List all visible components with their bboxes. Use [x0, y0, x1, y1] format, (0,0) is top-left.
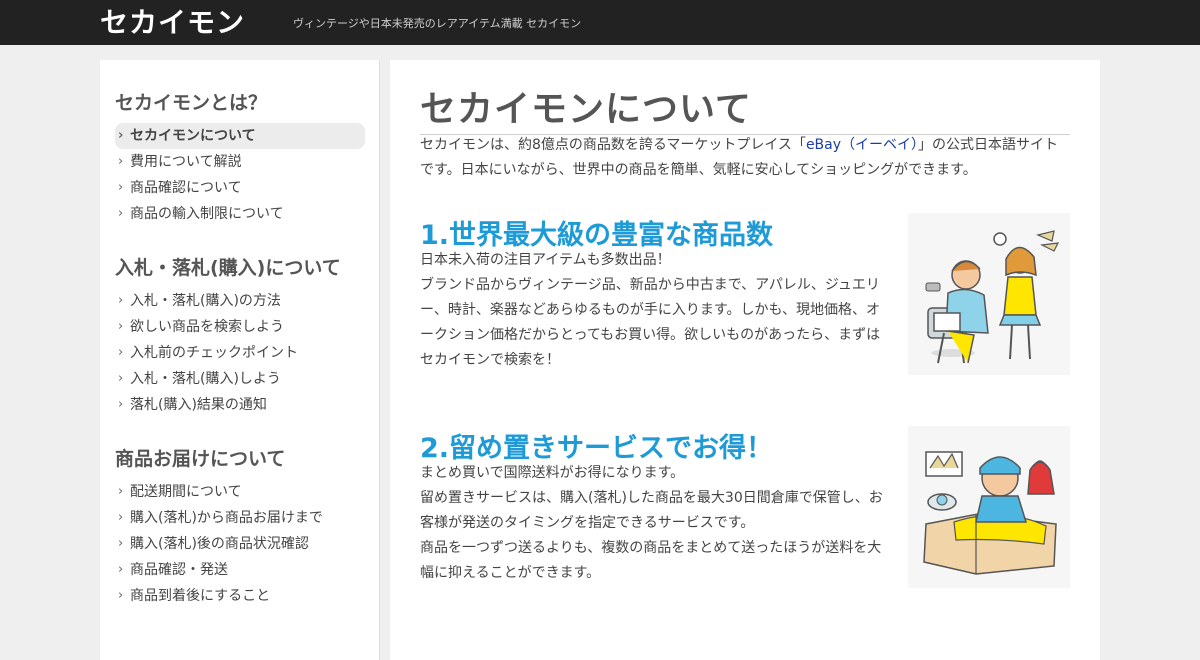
sidebar-item-status-check[interactable]: › 購入(落札)後の商品状況確認	[115, 531, 367, 557]
chevron-right-icon: ›	[118, 206, 124, 221]
sidebar-item-check-and-ship[interactable]: › 商品確認・発送	[115, 557, 367, 583]
chevron-right-icon: ›	[118, 128, 124, 143]
sidebar-item-label: 商品確認について	[130, 180, 242, 196]
sidebar-section-bidding: 入札・落札(購入)について › 入札・落札(購入)の方法 › 欲しい商品を検索しよう…	[115, 253, 367, 418]
sidebar-item-label: 入札・落札(購入)の方法	[130, 293, 281, 309]
site-tagline: ヴィンテージや日本未発売のレアアイテム満載 セカイモン	[293, 17, 582, 30]
ebay-link[interactable]: eBay（イーベイ）	[806, 137, 918, 153]
sidebar-item-label: 商品到着後にすること	[130, 588, 271, 604]
sidebar-item-label: 落札(購入)結果の通知	[130, 397, 267, 413]
chevron-right-icon: ›	[118, 484, 124, 499]
sidebar-item-delivery-period[interactable]: › 配送期間について	[115, 479, 367, 505]
sidebar-item-search-items[interactable]: › 欲しい商品を検索しよう	[115, 314, 367, 340]
chevron-right-icon: ›	[118, 588, 124, 603]
sidebar-item-about-sekaimon[interactable]: › セカイモンについて	[115, 123, 365, 149]
sidebar-heading: 商品お届けについて	[115, 448, 286, 470]
sidebar-item-place-bid[interactable]: › 入札・落札(購入)しよう	[115, 366, 367, 392]
sidebar: セカイモンとは？ › セカイモンについて › 費用について解説 › 商品確認について …	[100, 60, 380, 660]
feature-line: 日本未入荷の注目アイテムも多数出品！	[420, 252, 671, 268]
chevron-right-icon: ›	[118, 345, 124, 360]
chevron-right-icon: ›	[118, 510, 124, 525]
feature-line: まとめ買いで国際送料がお得になります。	[420, 465, 685, 481]
chevron-right-icon: ›	[118, 180, 124, 195]
chevron-right-icon: ›	[118, 397, 124, 412]
feature-line: 商品を一つずつ送るよりも、複数の商品をまとめて送ったほうが送料を大幅に抑えること…	[420, 540, 882, 581]
sidebar-item-label: 商品確認・発送	[130, 562, 228, 578]
sidebar-item-label: 配送期間について	[130, 484, 242, 500]
sidebar-item-item-check[interactable]: › 商品確認について	[115, 175, 367, 201]
sidebar-item-label: 入札・落札(購入)しよう	[130, 371, 281, 387]
chevron-right-icon: ›	[118, 536, 124, 551]
storage-illustration	[908, 426, 1070, 588]
feature-text-storage: まとめ買いで国際送料がお得になります。 留め置きサービスは、購入(落札)した商品…	[420, 461, 890, 586]
sidebar-item-label: 商品の輸入制限について	[130, 206, 284, 222]
feature-line: ブランド品からヴィンテージ品、新品から中古まで、アパレル、ジュエリー、時計、楽器…	[420, 277, 881, 368]
feature-title-storage: 2.留め置きサービスでお得！	[420, 433, 774, 464]
chevron-right-icon: ›	[118, 562, 124, 577]
chevron-right-icon: ›	[118, 371, 124, 386]
page-title: セカイモンについて	[420, 80, 1070, 135]
sidebar-item-label: 費用について解説	[130, 154, 242, 170]
intro-prefix: セカイモンは、約8億点の商品数を誇るマーケットプレイス「	[420, 137, 806, 153]
chevron-right-icon: ›	[118, 319, 124, 334]
main-content: セカイモンについて セカイモンは、約8億点の商品数を誇るマーケットプレイス「eB…	[390, 60, 1100, 660]
shopping-illustration	[908, 213, 1070, 375]
feature-text-selection: 日本未入荷の注目アイテムも多数出品！ ブランド品からヴィンテージ品、新品から中古…	[420, 248, 890, 373]
sidebar-item-label: 購入(落札)から商品お届けまで	[130, 510, 323, 526]
chevron-right-icon: ›	[118, 293, 124, 308]
storage-illustration-icon	[923, 451, 1057, 575]
sidebar-heading: セカイモンとは？	[115, 92, 268, 114]
site-logo[interactable]: セカイモン	[100, 8, 245, 37]
shopping-illustration-icon	[925, 230, 1060, 364]
feature-title-selection: 1.世界最大級の豊富な商品数	[420, 220, 774, 251]
site-header: セカイモン ヴィンテージや日本未発売のレアアイテム満載 セカイモン	[0, 0, 1200, 45]
sidebar-item-after-arrival[interactable]: › 商品到着後にすること	[115, 583, 367, 609]
chevron-right-icon: ›	[118, 154, 124, 169]
sidebar-item-label: セカイモンについて	[130, 128, 256, 144]
sidebar-heading: 入札・落札(購入)について	[115, 257, 341, 279]
sidebar-item-label: 欲しい商品を検索しよう	[130, 319, 284, 335]
sidebar-item-fees[interactable]: › 費用について解説	[115, 149, 367, 175]
sidebar-item-bidding-method[interactable]: › 入札・落札(購入)の方法	[115, 288, 367, 314]
intro-text: セカイモンは、約8億点の商品数を誇るマーケットプレイス「eBay（イーベイ）」の…	[420, 133, 1070, 183]
sidebar-item-label: 購入(落札)後の商品状況確認	[130, 536, 309, 552]
sidebar-item-import-restrictions[interactable]: › 商品の輸入制限について	[115, 201, 367, 227]
feature-line: 留め置きサービスは、購入(落札)した商品を最大30日間倉庫で保管し、お客様が発送…	[420, 490, 883, 531]
sidebar-item-result-notice[interactable]: › 落札(購入)結果の通知	[115, 392, 367, 418]
sidebar-section-delivery: 商品お届けについて › 配送期間について › 購入(落札)から商品お届けまで › 購入…	[115, 444, 367, 609]
sidebar-item-checkpoints[interactable]: › 入札前のチェックポイント	[115, 340, 367, 366]
sidebar-item-label: 入札前のチェックポイント	[130, 345, 298, 361]
sidebar-section-about: セカイモンとは？ › セカイモンについて › 費用について解説 › 商品確認について …	[115, 88, 367, 227]
sidebar-item-purchase-to-delivery[interactable]: › 購入(落札)から商品お届けまで	[115, 505, 367, 531]
